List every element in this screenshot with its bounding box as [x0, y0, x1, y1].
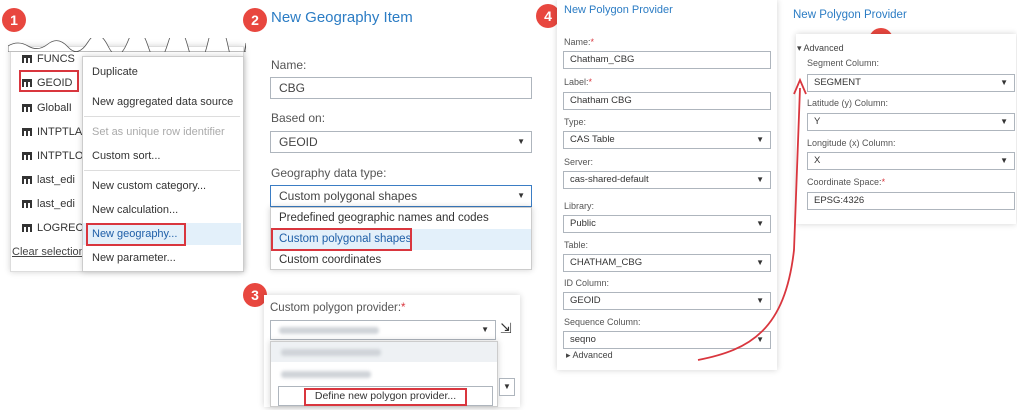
chevron-down-icon: ▼ [1000, 156, 1008, 165]
flow-arrow [697, 77, 807, 361]
new-polygon-provider-title: New Polygon Provider [564, 4, 673, 16]
table-icon [22, 200, 32, 208]
chevron-down-icon[interactable]: ▼ [499, 378, 515, 396]
table-label: Table: [564, 240, 589, 250]
table-icon [22, 176, 32, 184]
torn-edge [8, 38, 246, 52]
geography-type-label: Geography data type: [271, 166, 387, 180]
chevron-down-icon: ▼ [1000, 78, 1008, 87]
type-label: Type: [564, 117, 587, 127]
list-item[interactable]: last_edi [22, 198, 75, 210]
menu-item-new-calculation[interactable]: New calculation... [92, 204, 178, 216]
step-1-badge: 1 [2, 8, 26, 32]
name-input[interactable]: CBG [270, 77, 532, 99]
table-icon [22, 224, 32, 232]
latitude-column-select[interactable]: Y ▼ [807, 113, 1015, 131]
segment-column-label: Segment Column: [807, 58, 880, 68]
chevron-down-icon: ▼ [1000, 117, 1008, 126]
advanced-toggle[interactable]: ▸ Advanced [566, 350, 613, 361]
chevron-down-icon: ▾ [797, 43, 802, 53]
table-icon [22, 104, 32, 112]
menu-divider [84, 116, 240, 117]
list-item[interactable]: GlobalI [22, 102, 72, 114]
chevron-right-icon: ▸ [566, 350, 571, 360]
sequence-column-label: Sequence Column: [564, 317, 641, 327]
segment-column-select[interactable]: SEGMENT ▼ [807, 74, 1015, 92]
latitude-column-label: Latitude (y) Column: [807, 98, 889, 108]
server-label: Server: [564, 157, 594, 167]
chevron-down-icon: ▼ [481, 325, 489, 334]
option-predefined-names[interactable]: Predefined geographic names and codes [279, 212, 489, 224]
list-item[interactable]: INTPTLA [22, 126, 82, 138]
geography-type-select[interactable]: Custom polygonal shapes ▼ [270, 185, 532, 207]
redacted-text [279, 327, 379, 334]
list-item[interactable]: FUNCS [22, 53, 75, 65]
clear-selection-link[interactable]: Clear selection [12, 246, 85, 258]
menu-item-set-unique-row-identifier: Set as unique row identifier [92, 126, 225, 138]
chevron-down-icon: ▼ [517, 191, 525, 200]
menu-item-new-parameter[interactable]: New parameter... [92, 252, 176, 264]
step-2-badge: 2 [243, 8, 267, 32]
select-provider-icon[interactable]: ⇲ [500, 320, 512, 337]
custom-polygon-provider-label: Custom polygon provider:* [270, 302, 406, 314]
longitude-column-select[interactable]: X ▼ [807, 152, 1015, 170]
option-custom-coordinates[interactable]: Custom coordinates [279, 254, 381, 266]
redacted-option[interactable] [281, 349, 381, 356]
name-input[interactable]: Chatham_CBG [563, 51, 771, 69]
polygon-provider-select[interactable]: ▼ [270, 320, 496, 340]
table-icon [22, 152, 32, 160]
highlight-define-provider [304, 388, 467, 406]
table-icon [22, 55, 32, 63]
menu-item-duplicate[interactable]: Duplicate [92, 66, 138, 78]
name-label: Name:* [564, 37, 595, 47]
highlight-geoid [19, 70, 79, 92]
longitude-column-label: Longitude (x) Column: [807, 138, 896, 148]
list-item[interactable]: last_edi [22, 174, 75, 186]
menu-item-custom-sort[interactable]: Custom sort... [92, 150, 160, 162]
name-label: Name: [271, 58, 307, 72]
highlight-new-geography [86, 223, 186, 246]
highlight-custom-polygonal-shapes [271, 228, 412, 251]
menu-item-new-custom-category[interactable]: New custom category... [92, 180, 206, 192]
menu-item-new-aggregated-data-source[interactable]: New aggregated data source [92, 96, 233, 108]
list-item[interactable]: INTPTLO [22, 150, 83, 162]
based-on-label: Based on: [271, 111, 326, 125]
list-item[interactable]: LOGREC [22, 222, 83, 234]
coordinate-space-label: Coordinate Space:* [807, 177, 886, 187]
label-label: Label:* [564, 77, 593, 87]
new-geography-item-title: New Geography Item [271, 9, 413, 26]
chevron-down-icon: ▼ [517, 137, 525, 146]
new-polygon-provider-title-2: New Polygon Provider [793, 9, 907, 21]
advanced-toggle-open[interactable]: ▾ Advanced [797, 43, 844, 54]
library-label: Library: [564, 201, 595, 211]
redacted-option[interactable] [281, 371, 371, 378]
based-on-select[interactable]: GEOID ▼ [270, 131, 532, 153]
id-column-label: ID Column: [564, 278, 610, 288]
coordinate-space-input[interactable]: EPSG:4326 [807, 192, 1015, 210]
menu-divider [84, 170, 240, 171]
table-icon [22, 128, 32, 136]
